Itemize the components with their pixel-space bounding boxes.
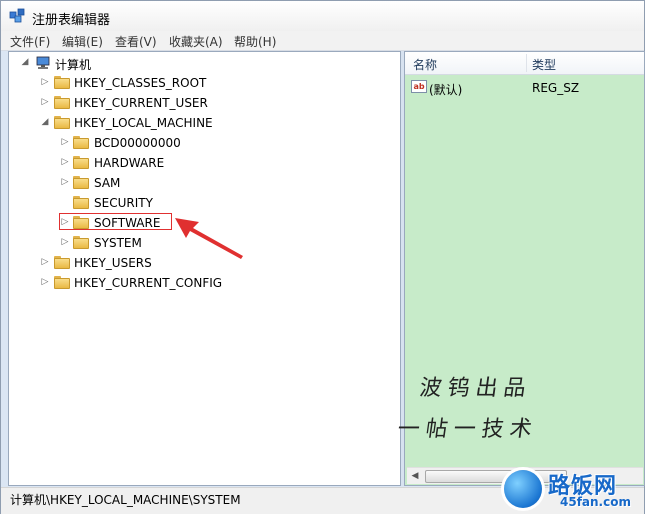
status-path: 计算机\HKEY_LOCAL_MACHINE\SYSTEM	[10, 493, 241, 507]
tree-node-label: SECURITY	[94, 196, 153, 210]
tree-node-hkey-local-machine[interactable]: ◢ HKEY_LOCAL_MACHINE	[9, 113, 400, 133]
expand-arrow-icon[interactable]: ▷	[40, 277, 50, 287]
folder-icon	[73, 196, 89, 209]
tree-node-sam[interactable]: ▷ SAM	[9, 173, 400, 193]
column-header-type[interactable]: 类型	[532, 56, 556, 73]
logo-url: 45fan.com	[560, 495, 631, 509]
folder-icon	[54, 276, 70, 289]
tree-node-label: HKEY_CLASSES_ROOT	[74, 76, 207, 90]
logo-globe-icon	[504, 470, 542, 508]
scroll-left-icon[interactable]: ◀	[407, 468, 423, 484]
expand-arrow-icon[interactable]: ▷	[60, 137, 70, 147]
tree-node-label: BCD00000000	[94, 136, 181, 150]
collapse-arrow-icon[interactable]: ◢	[40, 117, 50, 127]
tree-node-label: HKEY_USERS	[74, 256, 152, 270]
menu-view[interactable]: 查看(V)	[115, 33, 157, 50]
expand-arrow-icon[interactable]: ▷	[40, 257, 50, 267]
menu-edit[interactable]: 编辑(E)	[62, 33, 103, 50]
menu-bar: 文件(F) 编辑(E) 查看(V) 收藏夹(A) 帮助(H)	[1, 31, 644, 51]
tree-node-hardware[interactable]: ▷ HARDWARE	[9, 153, 400, 173]
expand-arrow-icon[interactable]: ▷	[60, 157, 70, 167]
annotation-arrow-icon	[175, 218, 243, 259]
open-folder-icon	[54, 116, 70, 129]
menu-help[interactable]: 帮助(H)	[234, 33, 276, 50]
tree-node-hkey-classes-root[interactable]: ▷ HKEY_CLASSES_ROOT	[9, 73, 400, 93]
folder-icon	[54, 96, 70, 109]
expand-arrow-icon[interactable]: ▷	[60, 177, 70, 187]
folder-icon	[73, 176, 89, 189]
window-title: 注册表编辑器	[32, 13, 111, 28]
computer-icon	[36, 56, 50, 69]
list-item[interactable]: ab (默认) REG_SZ	[405, 78, 644, 98]
expand-arrow-icon[interactable]: ▷	[40, 97, 50, 107]
tree-node-hkey-current-config[interactable]: ▷ HKEY_CURRENT_CONFIG	[9, 273, 400, 293]
watermark-line-1: 波钨出品	[417, 376, 534, 401]
title-bar: 注册表编辑器	[1, 1, 644, 31]
column-divider[interactable]	[526, 54, 527, 72]
tree-node-label: SAM	[94, 176, 121, 190]
folder-icon	[73, 236, 89, 249]
value-name: (默认)	[429, 83, 463, 97]
folder-icon	[54, 256, 70, 269]
watermark-line-2: 一帖一技术	[395, 417, 540, 442]
registry-editor-window: 注册表编辑器 文件(F) 编辑(E) 查看(V) 收藏夹(A) 帮助(H) ◢ …	[0, 0, 645, 514]
key-tree-pane[interactable]: ◢ 计算机 ▷ HKEY_CLASSES_ROOT ▷ HKEY_CURRENT…	[8, 51, 401, 486]
registry-editor-icon	[9, 8, 25, 23]
tree-node-label: HKEY_LOCAL_MACHINE	[74, 116, 213, 130]
tree-node-bcd00000000[interactable]: ▷ BCD00000000	[9, 133, 400, 153]
column-header-name[interactable]: 名称	[413, 56, 437, 73]
tree-node-security[interactable]: SECURITY	[9, 193, 400, 213]
tree-node-computer[interactable]: ◢ 计算机	[9, 53, 400, 73]
menu-favorites[interactable]: 收藏夹(A)	[169, 33, 223, 50]
expand-arrow-icon[interactable]: ▷	[60, 237, 70, 247]
tree-node-label: HKEY_CURRENT_CONFIG	[74, 276, 223, 290]
expand-arrow-icon[interactable]: ▷	[40, 77, 50, 87]
tree-node-label: SYSTEM	[94, 236, 142, 250]
tree-node-label: HKEY_CURRENT_USER	[74, 96, 208, 110]
folder-icon	[54, 76, 70, 89]
value-type: REG_SZ	[532, 81, 580, 95]
string-value-icon: ab	[411, 80, 427, 93]
tree-node-label: HARDWARE	[94, 156, 165, 170]
tree-node-hkey-current-user[interactable]: ▷ HKEY_CURRENT_USER	[9, 93, 400, 113]
folder-icon	[73, 136, 89, 149]
list-header: 名称 类型	[405, 52, 644, 75]
tree-node-label: 计算机	[55, 58, 92, 72]
highlight-box-software	[59, 213, 172, 230]
menu-file[interactable]: 文件(F)	[10, 33, 50, 50]
folder-icon	[73, 156, 89, 169]
site-logo: 路饭网 45fan.com	[500, 466, 645, 514]
collapse-arrow-icon[interactable]: ◢	[20, 57, 30, 67]
